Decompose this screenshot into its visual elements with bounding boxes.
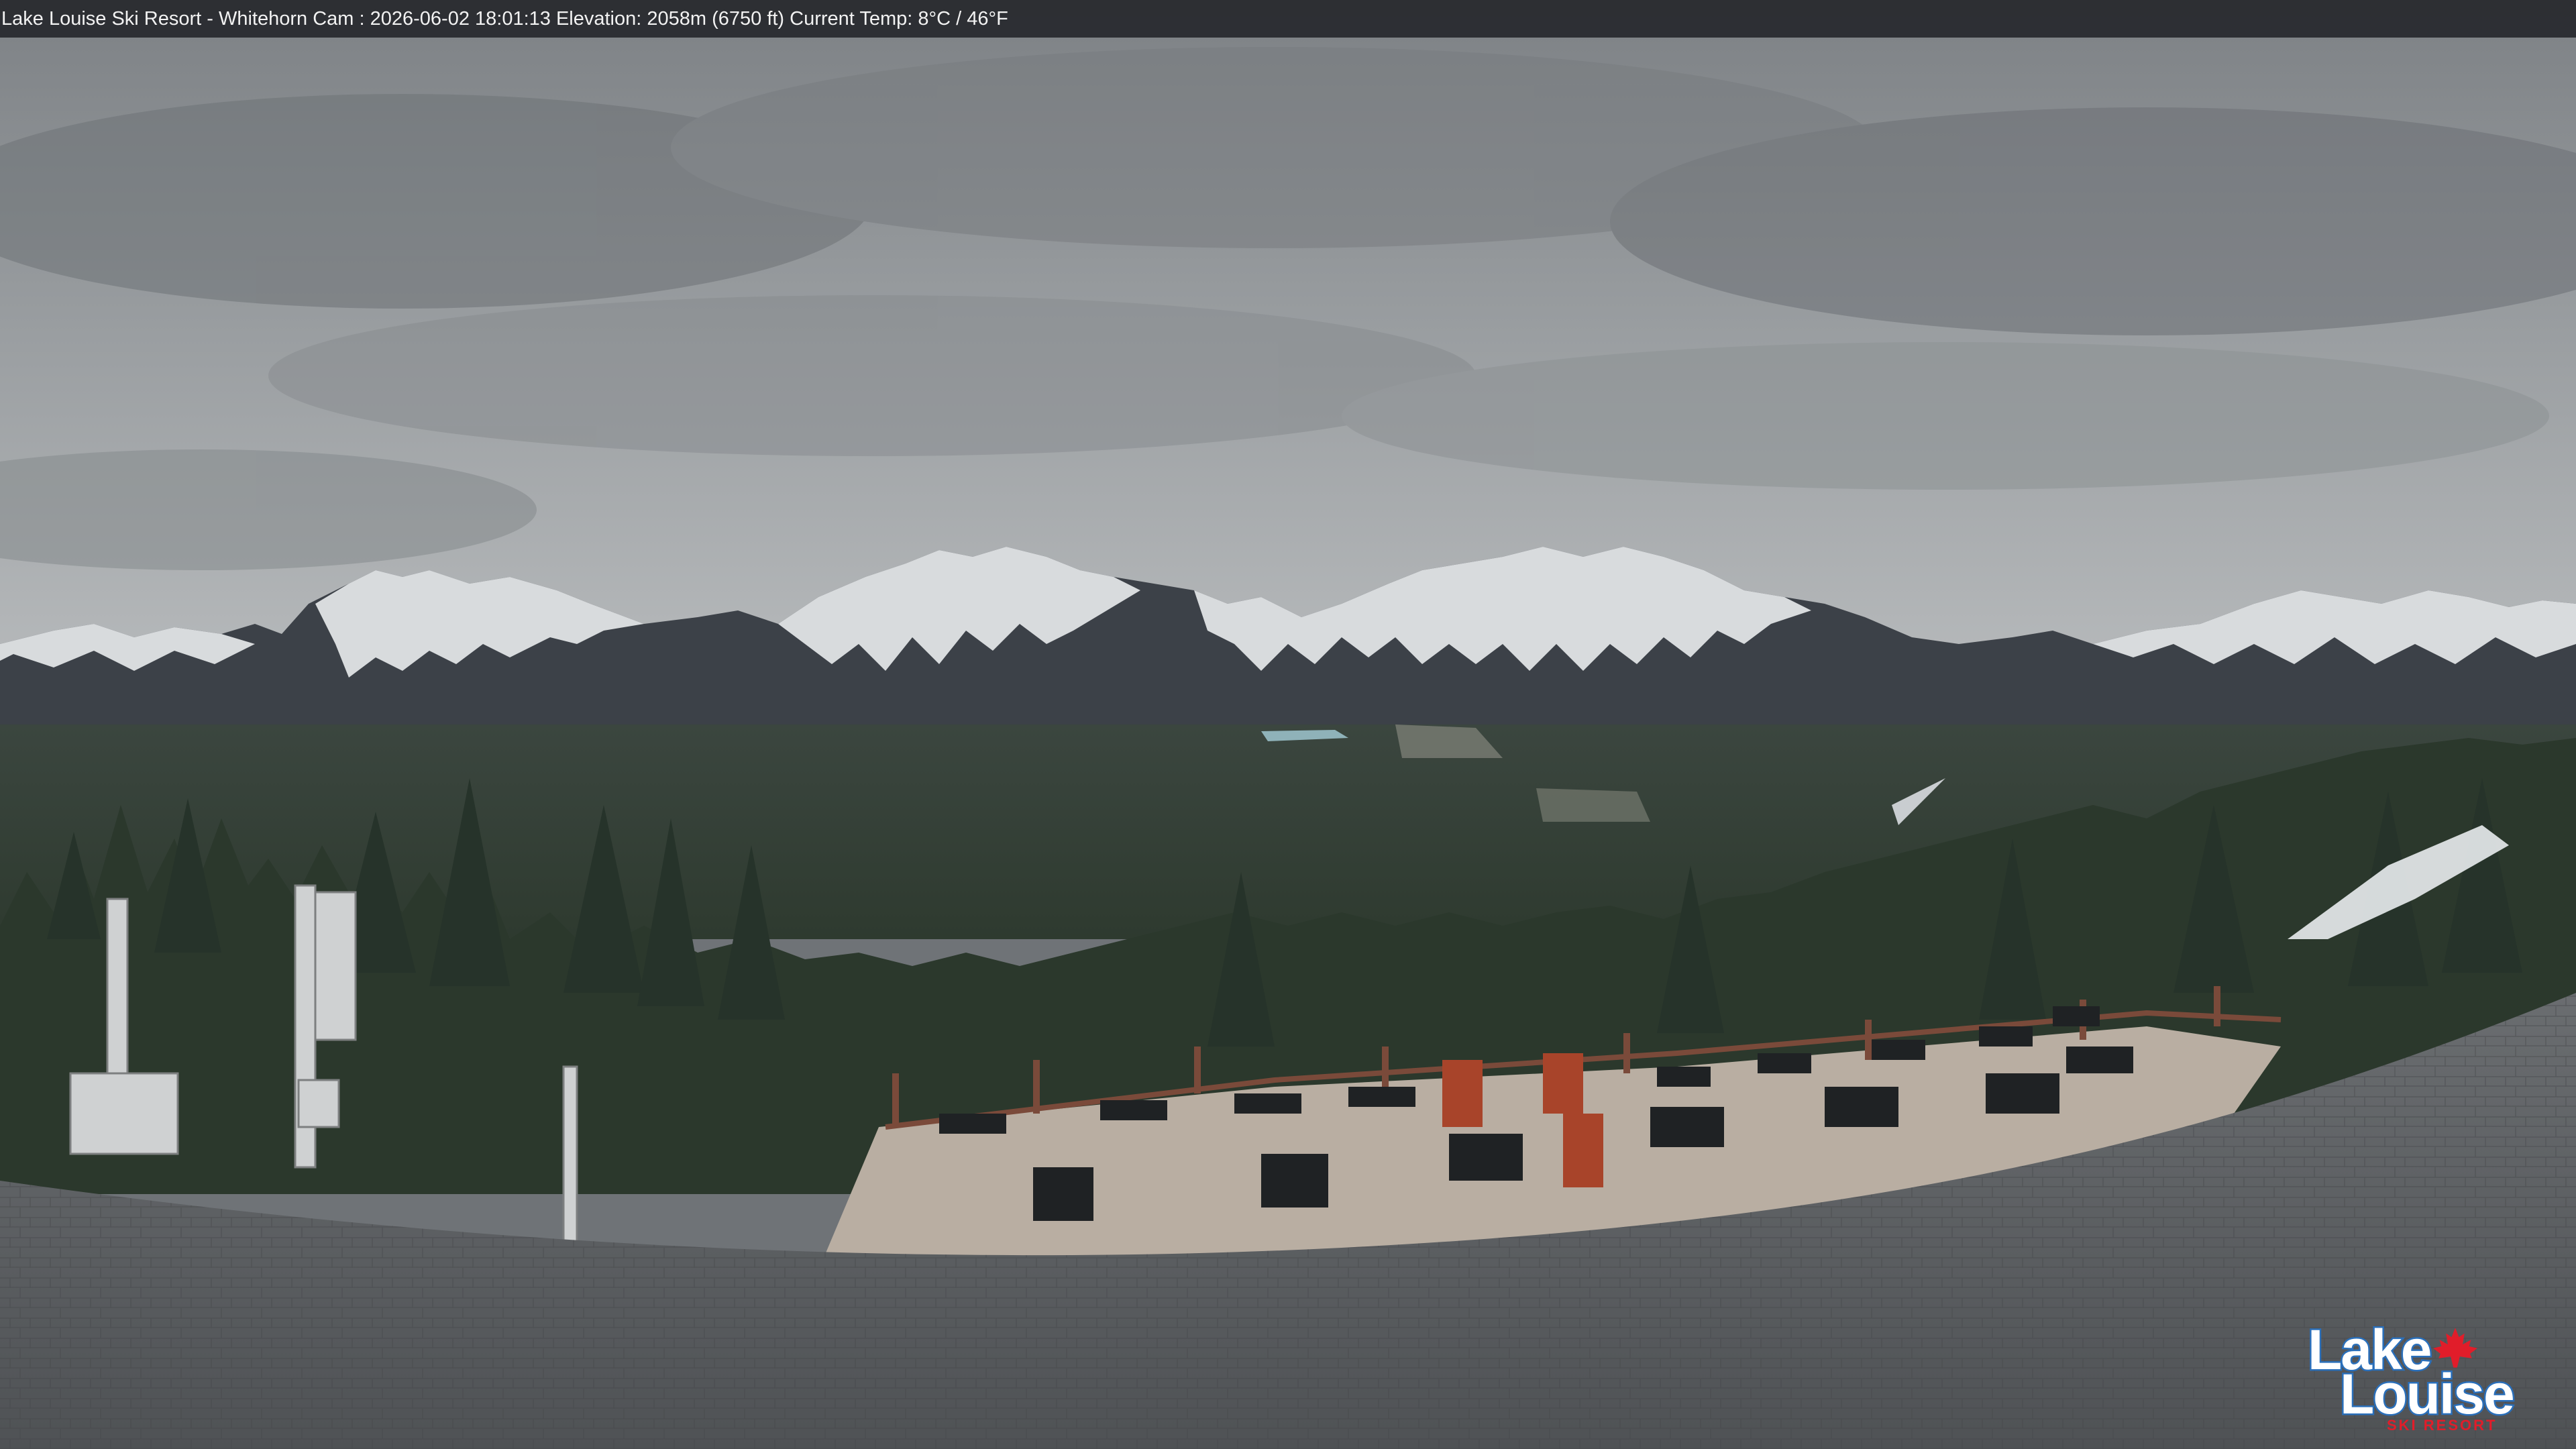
- landscape-scene: [0, 0, 2576, 1449]
- camera-info-text: Lake Louise Ski Resort - Whitehorn Cam :…: [1, 8, 1008, 30]
- camera-info-bar: Lake Louise Ski Resort - Whitehorn Cam :…: [0, 0, 2576, 38]
- logo-line2: Louise: [2339, 1362, 2517, 1426]
- valley-clearing-2: [1536, 788, 1650, 822]
- logo-tagline: SKI RESORT: [2387, 1417, 2498, 1434]
- webcam-view: Lake Louise Ski Resort - Whitehorn Cam :…: [0, 0, 2576, 1449]
- lake-louise-logo: Lake Louise SKI RESORT: [2306, 1320, 2516, 1434]
